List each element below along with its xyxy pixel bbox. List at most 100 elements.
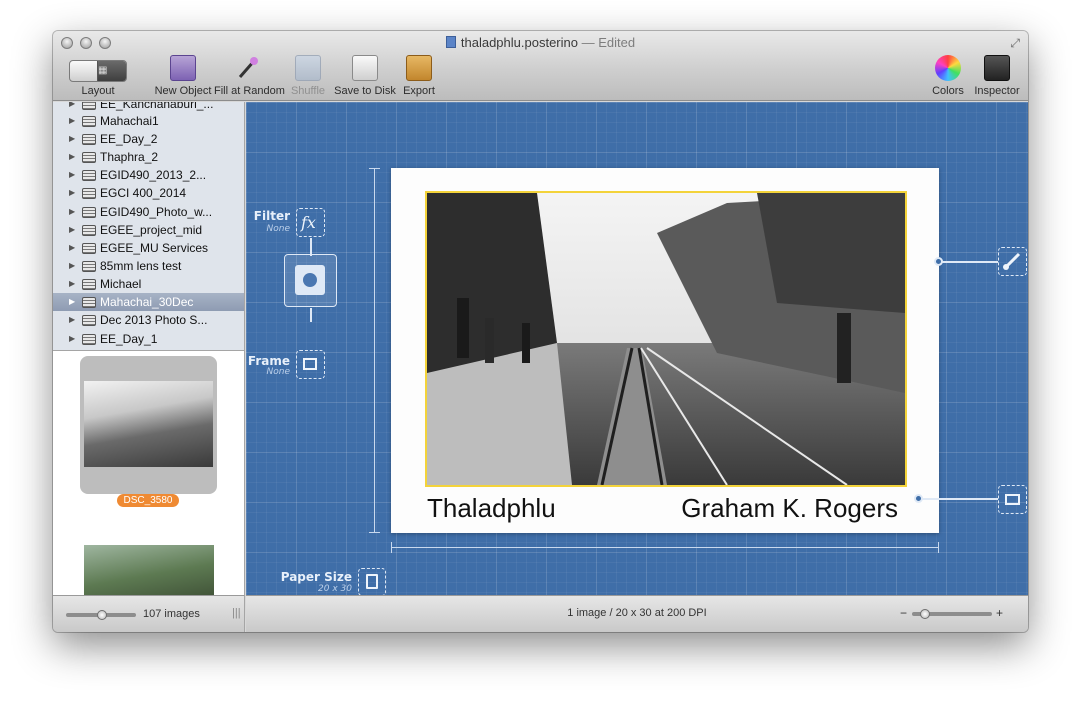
album-icon [82, 261, 96, 272]
disclosure-triangle-icon[interactable]: ▶ [69, 203, 75, 221]
frame-button[interactable] [296, 350, 325, 379]
layout-icon [1005, 494, 1020, 505]
image-browser: DSC_3580 [53, 350, 245, 595]
album-icon [82, 134, 96, 145]
list-item[interactable]: ▶ EGID490_Photo_w... [53, 203, 244, 221]
disclosure-triangle-icon[interactable]: ▶ [69, 184, 75, 202]
connector-line [310, 308, 312, 322]
dimension-tick [369, 168, 380, 169]
image-thumbnail[interactable] [84, 545, 214, 595]
text-layout-button[interactable] [998, 485, 1027, 514]
zoom-slider-knob[interactable] [920, 609, 930, 619]
export-icon [406, 55, 432, 81]
shuffle-button[interactable]: Shuffle [291, 55, 325, 99]
filter-button[interactable]: fx [296, 208, 325, 237]
color-wheel-icon [935, 55, 961, 81]
list-item[interactable]: ▶ Dec 2013 Photo S... [53, 311, 244, 329]
window-title: thaladphlu.posterino — Edited [53, 35, 1028, 50]
document-status: 1 image / 20 x 30 at 200 DPI [567, 607, 707, 619]
list-item[interactable]: ▶ EGID490_2013_2... [53, 166, 244, 184]
disclosure-triangle-icon[interactable]: ▶ [69, 275, 75, 293]
list-item[interactable]: ▶ EGEE_MU Services [53, 239, 244, 257]
list-item-selected[interactable]: ▶ Mahachai_30Dec [53, 293, 244, 311]
inspector-button[interactable]: Inspector [974, 55, 1020, 99]
poster-canvas[interactable]: Filter None fx Frame None Paper Size 20 … [246, 102, 1028, 596]
filter-label: Filter [253, 209, 290, 223]
layout-grid-icon[interactable]: ▦ [97, 61, 126, 81]
new-object-button[interactable]: New Object [155, 55, 211, 99]
layout-toggle[interactable]: ▦ [69, 60, 127, 82]
album-icon [82, 243, 96, 254]
photo-cell[interactable] [425, 191, 907, 487]
disk-icon [352, 55, 378, 81]
poster-title[interactable]: Thaladphlu [427, 493, 556, 524]
album-icon [82, 334, 96, 345]
page-icon [366, 574, 378, 589]
list-item[interactable]: ▶ EE_Day_2 [53, 130, 244, 148]
filter-value: None [266, 224, 290, 234]
disclosure-triangle-icon[interactable]: ▶ [69, 130, 75, 148]
frame-label: Frame [247, 354, 290, 368]
zoom-in-icon[interactable]: + [996, 606, 1003, 620]
disclosure-triangle-icon[interactable]: ▶ [69, 239, 75, 257]
fill-at-random-button[interactable]: Fill at Random [214, 55, 285, 99]
svg-text:fx: fx [300, 213, 316, 232]
disclosure-triangle-icon[interactable]: ▶ [69, 112, 75, 130]
list-item[interactable]: ▶ Michael [53, 275, 244, 293]
poster-page[interactable]: Thaladphlu Graham K. Rogers [391, 168, 939, 533]
disclosure-triangle-icon[interactable]: ▶ [69, 330, 75, 348]
disclosure-triangle-icon[interactable]: ▶ [69, 293, 75, 311]
disclosure-triangle-icon[interactable]: ▶ [69, 148, 75, 166]
paper-size-button[interactable] [358, 568, 386, 596]
export-button[interactable]: Export [403, 55, 435, 99]
new-object-icon [170, 55, 196, 81]
list-item[interactable]: ▶ 85mm lens test [53, 257, 244, 275]
toolbar: thaladphlu.posterino — Edited ⤢ ▦ Layout… [53, 31, 1028, 101]
list-item[interactable]: ▶ EE_Day_1 [53, 330, 244, 348]
list-item[interactable]: ▶ Thaphra_2 [53, 148, 244, 166]
image-thumbnail-selected[interactable] [80, 356, 217, 494]
album-icon [82, 152, 96, 163]
image-name-badge: DSC_3580 [117, 494, 179, 507]
album-icon [82, 170, 96, 181]
status-bar: 1 image / 20 x 30 at 200 DPI − + [246, 595, 1028, 632]
app-window: thaladphlu.posterino — Edited ⤢ ▦ Layout… [53, 31, 1028, 632]
width-dimension-line [391, 547, 939, 548]
paper-size-label: Paper Size [280, 570, 352, 584]
save-to-disk-button[interactable]: Save to Disk [334, 55, 396, 99]
disclosure-triangle-icon[interactable]: ▶ [69, 166, 75, 184]
list-item[interactable]: ▶ EGCI 400_2014 [53, 184, 244, 202]
shuffle-icon [295, 55, 321, 81]
album-icon [82, 297, 96, 308]
brush-style-button[interactable] [998, 247, 1027, 276]
railway-photo [427, 193, 905, 485]
list-item[interactable]: ▶ Mahachai1 [53, 112, 244, 130]
album-icon [82, 207, 96, 218]
frame-value: None [266, 367, 290, 377]
brush-icon [1003, 252, 1021, 270]
connector-dot [914, 494, 923, 503]
zoom-out-icon[interactable]: − [900, 606, 907, 620]
fullscreen-icon[interactable]: ⤢ [1010, 36, 1020, 51]
frame-icon [303, 358, 317, 370]
connector-dot [934, 257, 943, 266]
disclosure-triangle-icon[interactable]: ▶ [69, 311, 75, 329]
photo-thumbnail [84, 381, 213, 467]
slider-knob[interactable] [97, 610, 107, 620]
album-list: ▶ EE_Kanchanaburi_... ▶ Mahachai1 ▶ EE_Day_… [53, 102, 245, 350]
album-icon [82, 315, 96, 326]
album-icon [82, 102, 96, 110]
inspector-icon [984, 55, 1010, 81]
colors-button[interactable]: Colors [932, 55, 964, 99]
album-icon [82, 188, 96, 199]
list-item[interactable]: ▶ EGEE_project_mid [53, 221, 244, 239]
resize-handle-icon[interactable]: ||| [232, 607, 241, 619]
dimension-tick [391, 542, 392, 553]
document-icon [445, 36, 456, 48]
image-placeholder-button[interactable] [284, 254, 337, 307]
album-icon [82, 225, 96, 236]
poster-author[interactable]: Graham K. Rogers [681, 493, 898, 524]
album-icon [82, 116, 96, 127]
disclosure-triangle-icon[interactable]: ▶ [69, 221, 75, 239]
disclosure-triangle-icon[interactable]: ▶ [69, 257, 75, 275]
